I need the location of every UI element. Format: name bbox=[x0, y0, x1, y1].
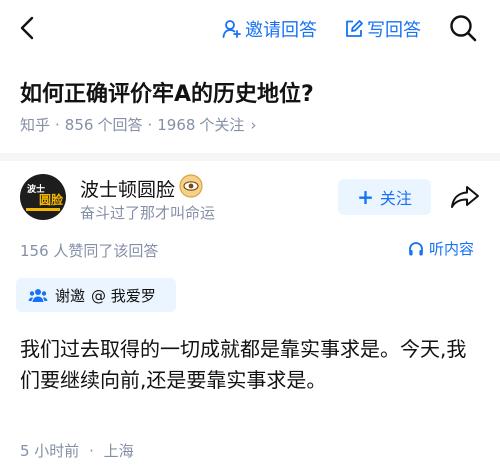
share-icon[interactable] bbox=[450, 184, 480, 210]
eye-badge-icon bbox=[179, 174, 203, 198]
meta-separator: · bbox=[147, 115, 153, 134]
answers-unit: 个回答 bbox=[97, 116, 143, 134]
answer-content: 我们过去取得的一切成就都是靠实事求是。今天,我们要继续向前,还是要靠实事求是。 bbox=[20, 337, 467, 392]
section-divider bbox=[0, 153, 500, 161]
search-icon[interactable] bbox=[448, 13, 478, 43]
headphones-icon bbox=[409, 241, 423, 255]
write-answer-label: 写回答 bbox=[367, 20, 421, 41]
question-meta: 知乎 · 856 个回答 · 1968 个关注 › bbox=[20, 114, 256, 135]
avatar-stripe bbox=[26, 208, 60, 211]
answer-footer: 5 小时前 · 上海 bbox=[20, 440, 134, 461]
upvote-summary: 156 人赞同了该回答 bbox=[20, 242, 159, 260]
followers-unit: 个关注 bbox=[199, 116, 245, 134]
meta-separator: · bbox=[55, 115, 60, 134]
follow-button[interactable]: + 关注 bbox=[338, 179, 431, 215]
chevron-right-icon[interactable]: › bbox=[250, 116, 256, 134]
invite-answer-label: 邀请回答 bbox=[245, 20, 317, 41]
edit-icon bbox=[346, 20, 363, 37]
invite-answer-button[interactable]: 邀请回答 bbox=[222, 16, 317, 42]
people-icon bbox=[28, 289, 48, 302]
follow-label: 关注 bbox=[379, 189, 412, 208]
avatar[interactable]: 波士 圆脸 bbox=[20, 174, 66, 220]
author-bio: 奋斗过了那才叫命运 bbox=[80, 204, 216, 222]
plus-icon: + bbox=[357, 185, 374, 209]
listen-button[interactable]: 听内容 bbox=[408, 238, 474, 259]
meta-separator: · bbox=[89, 442, 94, 460]
site-name[interactable]: 知乎 bbox=[20, 114, 50, 135]
back-arrow-icon[interactable] bbox=[14, 14, 42, 42]
invite-user[interactable]: @ 我爱罗 bbox=[91, 285, 156, 306]
author-name[interactable]: 波士顿圆脸 bbox=[80, 175, 175, 202]
followers-count: 1968 bbox=[157, 115, 196, 134]
question-title[interactable]: 如何正确评价牢A的历史地位? bbox=[20, 76, 314, 108]
top-navigation-bar: 邀请回答 写回答 bbox=[0, 0, 500, 56]
invite-chip[interactable]: 谢邀 @ 我爱罗 bbox=[16, 278, 176, 312]
user-plus-icon bbox=[222, 20, 241, 38]
answer-time: 5 小时前 bbox=[20, 442, 80, 460]
answers-count: 856 bbox=[64, 115, 94, 134]
write-answer-button[interactable]: 写回答 bbox=[344, 16, 421, 42]
invite-prefix: 谢邀 bbox=[55, 286, 86, 305]
avatar-text-main: 圆脸 bbox=[39, 193, 64, 207]
listen-label: 听内容 bbox=[429, 240, 475, 258]
answer-location: 上海 bbox=[103, 442, 134, 460]
